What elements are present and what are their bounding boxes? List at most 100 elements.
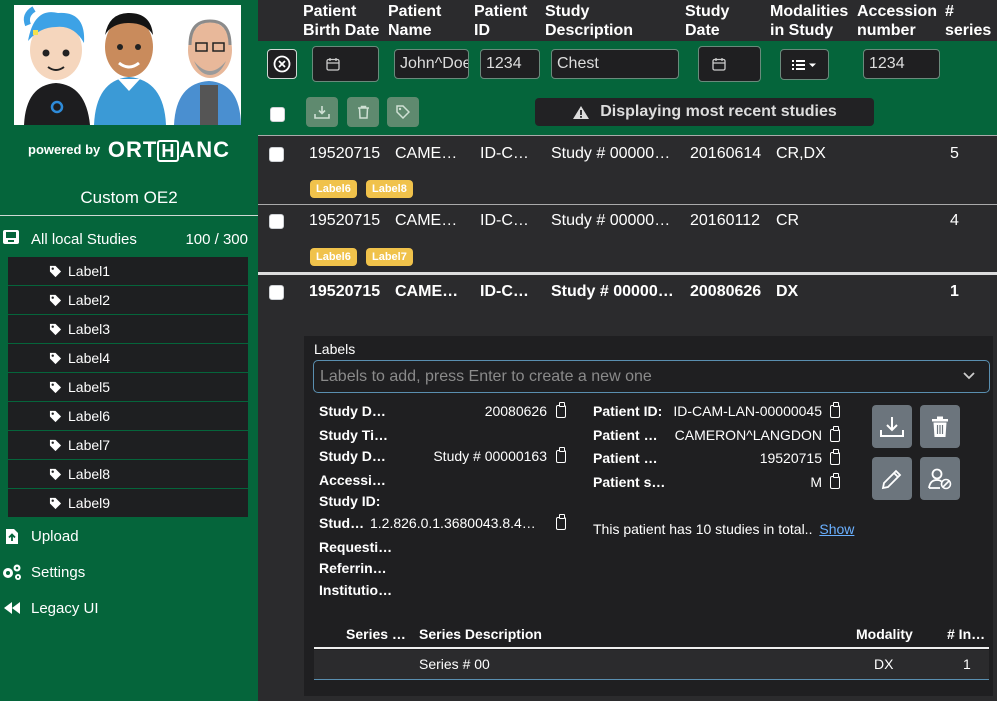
sidebar-item-label6[interactable]: Label6 [8, 402, 248, 431]
study-description-value: Study # 00000163 [433, 448, 547, 464]
col-patient-birth-date[interactable]: Patient Birth Date [303, 2, 379, 40]
series-row[interactable]: Series # 00 DX 1 [314, 650, 989, 680]
accession-filter[interactable]: 1234 [863, 49, 940, 79]
col-patient-id[interactable]: Patient ID [474, 2, 527, 40]
settings-label: Settings [31, 563, 86, 581]
modalities-filter-dropdown[interactable] [780, 49, 829, 80]
study-row[interactable]: 19520715 CAME… ID-C… Study # 00000… 2016… [258, 135, 997, 204]
copy-icon[interactable] [830, 426, 840, 442]
delete-study-button[interactable] [920, 405, 960, 448]
close-circle-icon [273, 55, 291, 73]
modify-study-button[interactable] [872, 457, 912, 500]
col-series-instances[interactable]: # In… [947, 626, 985, 642]
sidebar-item-all-studies[interactable]: All local Studies 100 / 300 [0, 226, 258, 252]
label-name: Label6 [68, 408, 111, 424]
sidebar-item-label2[interactable]: Label2 [8, 286, 248, 315]
download-icon [880, 416, 904, 437]
sidebar-item-label3[interactable]: Label3 [8, 315, 248, 344]
label-name: Label7 [68, 437, 111, 453]
col-patient-name[interactable]: Patient Name [388, 2, 441, 40]
copy-icon[interactable] [830, 473, 840, 489]
series-count-cell: 4 [950, 212, 959, 229]
study-row[interactable]: 19520715 CAME… ID-C… Study # 00000… 2016… [258, 204, 997, 272]
select-all-checkbox[interactable] [270, 107, 285, 122]
clear-filters-button[interactable] [267, 49, 297, 79]
modalities-cell: DX [776, 283, 799, 300]
patient-id-cell: ID-C… [480, 212, 529, 229]
label-name: Label8 [68, 466, 111, 482]
row-checkbox[interactable] [269, 214, 284, 229]
sidebar-item-label1[interactable]: Label1 [8, 257, 248, 286]
sidebar-item-settings[interactable]: Settings [0, 559, 258, 585]
series-count-cell: 5 [950, 145, 959, 162]
tag-icon [49, 468, 62, 480]
label-badge: Label7 [366, 248, 413, 266]
sidebar-item-label4[interactable]: Label4 [8, 344, 248, 373]
col-series-number[interactable]: Series … [346, 626, 406, 642]
sidebar-item-label5[interactable]: Label5 [8, 373, 248, 402]
series-table-header: Series … Series Description Modality # I… [314, 618, 989, 649]
row-checkbox[interactable] [269, 285, 284, 300]
anonymize-study-button[interactable] [920, 457, 960, 500]
patient-studies-note: This patient has 10 studies in total.. S… [593, 521, 855, 537]
warning-icon [573, 105, 590, 119]
copy-icon[interactable] [556, 514, 566, 530]
study-date-filter[interactable] [698, 46, 761, 82]
study-table-header: Patient Birth Date Patient Name Patient ID … [258, 0, 997, 41]
accession-label: Accessi… [319, 472, 386, 488]
col-series-description[interactable]: Series Description [419, 626, 542, 642]
modalities-cell: CR,DX [776, 145, 826, 162]
labels-input[interactable]: Labels to add, press Enter to create a n… [313, 360, 990, 393]
patient-id-value: ID-CAM-LAN-00000045 [673, 403, 822, 419]
study-time-label: Study Ti… [319, 427, 388, 443]
all-studies-label: All local Studies [31, 230, 137, 248]
calendar-icon [712, 58, 726, 71]
download-selected-button[interactable] [306, 97, 338, 127]
list-dropdown-icon [791, 59, 816, 70]
download-study-button[interactable] [872, 405, 912, 448]
show-studies-link[interactable]: Show [819, 521, 854, 537]
copy-icon[interactable] [830, 402, 840, 418]
filter-bar: John^Doe 1234 Chest 1234 Displaying most… [258, 41, 997, 135]
patient-name-cell: CAME… [395, 283, 459, 300]
col-accession-number[interactable]: Accession number [857, 2, 937, 40]
requesting-label: Requesti… [319, 539, 393, 555]
sidebar-divider [0, 215, 258, 216]
copy-icon[interactable] [556, 402, 566, 418]
delete-selected-button[interactable] [347, 97, 379, 127]
col-study-date[interactable]: Study Date [685, 2, 729, 40]
powered-by-text: powered by [28, 142, 101, 157]
series-description-cell: Series # 00 [419, 656, 490, 672]
tag-icon [49, 497, 62, 509]
patient-birth-label: Patient … [593, 450, 658, 466]
sidebar-item-legacy-ui[interactable]: Legacy UI [0, 595, 258, 621]
sidebar-item-label7[interactable]: Label7 [8, 431, 248, 460]
labels-input-placeholder: Labels to add, press Enter to create a n… [320, 368, 652, 385]
study-date-value: 20080626 [484, 403, 547, 419]
copy-icon[interactable] [556, 447, 566, 463]
label-name: Label2 [68, 292, 111, 308]
study-date-cell: 20160614 [690, 145, 762, 162]
sidebar-item-upload[interactable]: Upload [0, 523, 258, 549]
birth-date-cell: 19520715 [309, 145, 381, 162]
patient-name-filter[interactable]: John^Doe [394, 49, 469, 79]
col-series-count[interactable]: # series [945, 2, 991, 40]
patient-id-filter[interactable]: 1234 [480, 49, 540, 79]
row-checkbox[interactable] [269, 147, 284, 162]
sidebar-item-label9[interactable]: Label9 [8, 489, 248, 518]
study-description-cell: Study # 00000… [551, 212, 671, 229]
col-series-modality[interactable]: Modality [856, 626, 913, 642]
birth-date-cell: 19520715 [309, 212, 381, 229]
app-title: Custom OE2 [80, 188, 178, 207]
study-description-label: Study D… [319, 448, 386, 464]
birth-date-filter[interactable] [312, 46, 379, 82]
label-name: Label9 [68, 495, 111, 511]
study-description-filter[interactable]: Chest [551, 49, 679, 79]
study-details-panel: Labels Labels to add, press Enter to cre… [304, 336, 993, 696]
sidebar-item-label8[interactable]: Label8 [8, 460, 248, 489]
label-selected-button[interactable] [387, 97, 419, 127]
copy-icon[interactable] [830, 449, 840, 465]
col-study-description[interactable]: Study Description [545, 2, 633, 40]
col-modalities[interactable]: Modalities in Study [770, 2, 848, 40]
modalities-cell: CR [776, 212, 800, 229]
